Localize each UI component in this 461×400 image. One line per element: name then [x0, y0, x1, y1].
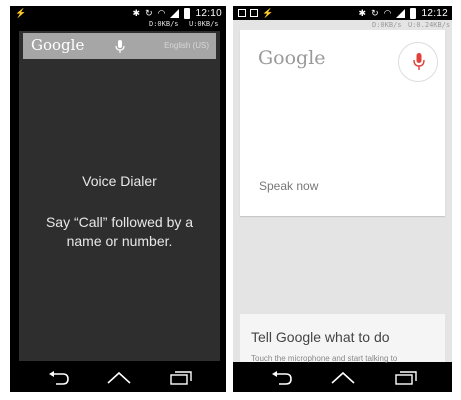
- flash-icon: ⚡: [15, 8, 27, 18]
- network-speed: D:0KB/s U:0KB/s: [10, 20, 226, 30]
- voice-dialer-instructions: Say “Call” followed by a name or number.: [45, 214, 194, 249]
- rotate-icon: ↻: [145, 8, 153, 18]
- status-clock: 12:10: [195, 7, 222, 19]
- status-bar: ⚡ ✱ ↻ ◠ 12:12: [233, 6, 452, 20]
- microphone-icon: [413, 53, 425, 70]
- google-logo: Google: [258, 47, 326, 69]
- home-icon[interactable]: [331, 370, 355, 389]
- flash-icon: ⚡: [262, 8, 274, 18]
- voice-search-card: Google Speak now: [240, 30, 445, 216]
- voice-dialer-title: Voice Dialer: [82, 173, 157, 189]
- navigation-bar: [233, 362, 452, 392]
- tell-google-card: Tell Google what to do Touch the microph…: [240, 314, 445, 363]
- back-icon[interactable]: [48, 370, 70, 389]
- net-down: D:0KB/s: [149, 20, 179, 28]
- bluetooth-icon: ✱: [358, 8, 367, 18]
- speak-now-prompt: Speak now: [259, 179, 319, 193]
- battery-icon: [184, 7, 191, 19]
- net-down: D:0KB/s: [372, 21, 402, 29]
- back-icon[interactable]: [271, 370, 293, 389]
- recent-apps-icon[interactable]: [170, 370, 192, 389]
- net-up: U:0KB/s: [189, 20, 219, 28]
- right-phone-screenshot: ⚡ ✱ ↻ ◠ 12:12 D:0KB/s U:0.24KB/s Google: [233, 6, 452, 392]
- battery-icon: [410, 7, 417, 19]
- google-search-bar[interactable]: Google English (US): [23, 33, 216, 59]
- image-icon: [250, 9, 258, 17]
- google-logo: Google: [31, 36, 85, 54]
- tell-google-title: Tell Google what to do: [251, 329, 390, 345]
- signal-icon: [396, 8, 406, 18]
- status-bar: ⚡ ✱ ↻ ◠ 12:10: [10, 6, 226, 20]
- left-phone-screenshot: ⚡ ✱ ↻ ◠ 12:10 D:0KB/s U:0KB/s Google Eng…: [10, 6, 226, 392]
- microphone-icon[interactable]: [115, 39, 125, 58]
- bluetooth-icon: ✱: [132, 8, 141, 18]
- microphone-button[interactable]: [398, 42, 438, 82]
- language-label: English (US): [164, 41, 209, 50]
- navigation-bar: [10, 362, 226, 392]
- rotate-icon: ↻: [371, 8, 379, 18]
- net-up: U:0.24KB/s: [408, 21, 451, 29]
- wifi-icon: ◠: [157, 8, 166, 18]
- google-now-screen: D:0KB/s U:0.24KB/s Google Speak now Tell…: [233, 20, 452, 363]
- wifi-icon: ◠: [383, 8, 392, 18]
- gmail-icon: [238, 9, 246, 17]
- status-clock: 12:12: [421, 7, 448, 19]
- recent-apps-icon[interactable]: [395, 370, 417, 389]
- signal-icon: [170, 8, 180, 18]
- voice-dialer-screen: Google English (US) Voice Dialer Say “Ca…: [19, 31, 220, 361]
- home-icon[interactable]: [107, 370, 131, 389]
